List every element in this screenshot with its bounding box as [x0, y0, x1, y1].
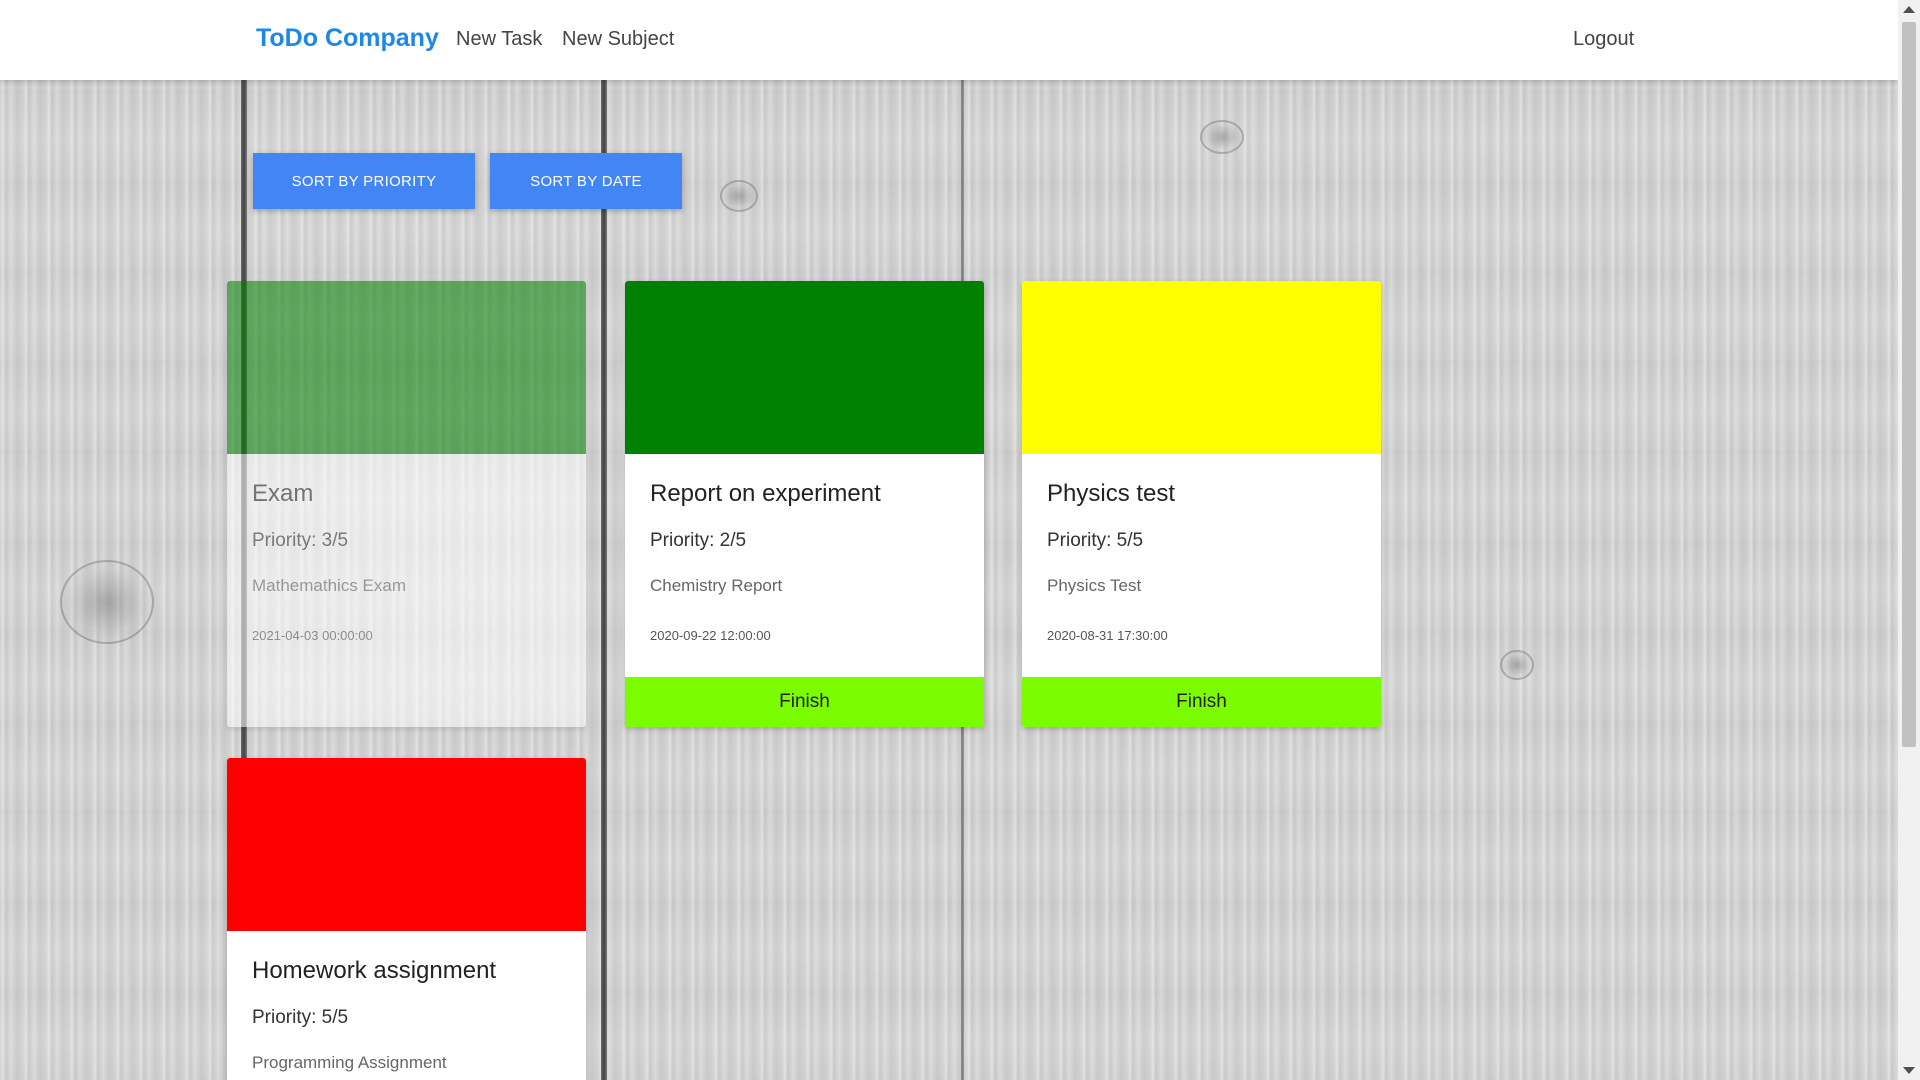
task-priority: Priority: 5/5 — [1047, 530, 1144, 551]
task-card-exam: Exam Priority: 3/5 Mathemathics Exam 202… — [227, 281, 586, 727]
scrollbar-thumb[interactable] — [1902, 22, 1916, 747]
task-priority: Priority: 2/5 — [650, 530, 747, 551]
top-navbar: ToDo Company New Task New Subject Logout — [0, 0, 1898, 80]
task-title: Physics test — [1047, 480, 1176, 507]
sort-by-date-button[interactable]: SORT BY DATE — [490, 153, 682, 209]
nav-new-subject-link[interactable]: New Subject — [562, 28, 674, 51]
task-subject: Chemistry Report — [650, 576, 783, 595]
task-card-report: Report on experiment Priority: 2/5 Chemi… — [625, 281, 984, 727]
scroll-down-arrow-icon[interactable] — [1903, 1067, 1915, 1074]
task-subject: Programming Assignment — [252, 1053, 447, 1072]
task-card-physics: Physics test Priority: 5/5 Physics Test … — [1022, 281, 1381, 727]
task-title: Report on experiment — [650, 480, 881, 507]
nav-new-task-link[interactable]: New Task — [456, 28, 542, 51]
task-priority: Priority: 5/5 — [252, 1007, 349, 1028]
task-date: 2020-09-22 12:00:00 — [650, 628, 771, 643]
task-date: 2021-04-03 00:00:00 — [252, 628, 373, 643]
nav-logout-link[interactable]: Logout — [1573, 28, 1634, 51]
task-priority: Priority: 3/5 — [252, 530, 349, 551]
task-subject: Physics Test — [1047, 576, 1142, 595]
task-priority-color-block — [1022, 281, 1381, 454]
wood-knot — [1500, 650, 1534, 680]
task-title: Homework assignment — [252, 957, 497, 984]
page-scrollbar[interactable] — [1898, 0, 1920, 1080]
brand-logo-link[interactable]: ToDo Company — [256, 24, 439, 53]
sort-by-priority-button[interactable]: SORT BY PRIORITY — [253, 153, 475, 209]
finish-task-button[interactable]: Finish — [625, 677, 984, 727]
task-priority-color-block — [227, 758, 586, 931]
wood-plank-seam — [601, 80, 607, 1080]
wood-knot — [720, 180, 758, 212]
task-priority-color-block — [227, 281, 586, 454]
task-card-homework: Homework assignment Priority: 5/5 Progra… — [227, 758, 586, 1080]
finish-task-button[interactable]: Finish — [1022, 677, 1381, 727]
wood-knot — [60, 560, 154, 644]
task-priority-color-block — [625, 281, 984, 454]
scroll-up-arrow-icon[interactable] — [1903, 6, 1915, 13]
wood-knot — [1200, 120, 1244, 154]
task-subject: Mathemathics Exam — [252, 576, 406, 595]
task-title: Exam — [252, 480, 314, 507]
task-date: 2020-08-31 17:30:00 — [1047, 628, 1168, 643]
